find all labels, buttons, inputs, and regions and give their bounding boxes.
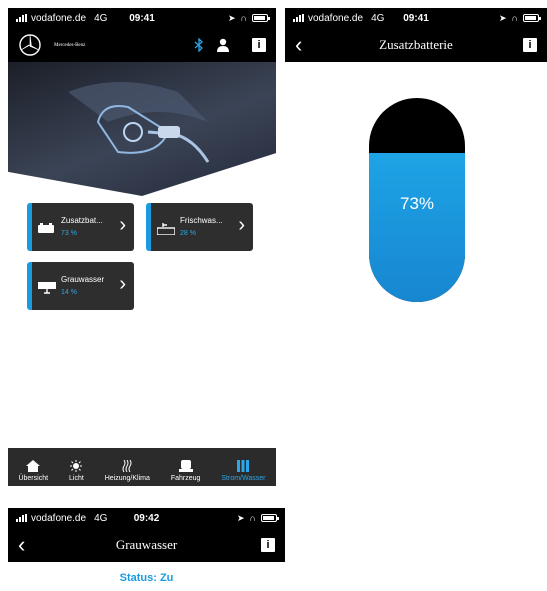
power-water-icon (237, 460, 250, 472)
home-icon (26, 460, 41, 472)
battery-level-fill (369, 153, 465, 302)
heating-icon (122, 460, 132, 472)
battery-level-text: 73% (399, 194, 435, 213)
tile-label: Frischwas... (180, 216, 223, 225)
tile-label: Grauwasser (61, 275, 105, 284)
tile-value: 14 % (61, 289, 77, 296)
tile-value: 28 % (180, 230, 196, 237)
valve-status: Status: Zu (119, 572, 174, 584)
tile-value: 73 % (61, 230, 77, 237)
battery-level-gauge: 73% (369, 98, 465, 302)
bottom-navigation: Übersicht Licht Heizung/Klima Fahrzeug S… (8, 448, 276, 486)
bluetooth-icon[interactable] (194, 38, 204, 52)
battery-status-icon (252, 14, 270, 22)
nav-label: Licht (69, 475, 84, 482)
grey-water-tank-icon (38, 282, 56, 294)
header-bar: Mercedes-Benz i (8, 28, 276, 62)
tile-frischwasser[interactable]: Frischwas... 28 % › (146, 203, 253, 251)
chevron-right-icon: › (119, 273, 126, 295)
nav-label: Fahrzeug (170, 475, 201, 482)
tile-grauwasser[interactable]: Grauwasser 14 % › (27, 262, 134, 310)
user-icon[interactable] (216, 38, 230, 52)
vehicle-icon (178, 460, 193, 472)
charging-plug-illustration (68, 82, 210, 163)
back-button[interactable]: ‹ (295, 34, 302, 56)
battery-detail-screen: vodafone.de 4G 09:41 ➤ ∩ ‹ Zusatzbatteri… (285, 8, 547, 486)
clock: 09:41 (403, 12, 429, 24)
nav-item-licht[interactable]: Licht (69, 460, 84, 482)
chevron-right-icon: › (119, 214, 126, 236)
page-title: Zusatzbatterie (379, 37, 453, 52)
tile-label: Zusatzbat... (61, 216, 103, 225)
chevron-right-icon: › (238, 214, 245, 236)
tile-zusatzbatterie[interactable]: Zusatzbat... 73 % › (27, 203, 134, 251)
main-screen: vodafone.de 4G 09:41 ➤ ∩ Mercedes-Benz i (8, 8, 276, 486)
fresh-water-tank-icon (157, 223, 175, 235)
header-bar: ‹ Zusatzbatterie i (285, 28, 547, 62)
header-bar: ‹ Grauwasser i (8, 528, 285, 562)
mercedes-star-icon[interactable] (18, 33, 42, 57)
info-button[interactable]: i (523, 38, 537, 52)
nav-item-uebersicht[interactable]: Übersicht (18, 460, 48, 482)
nav-item-fahrzeug[interactable]: Fahrzeug (170, 460, 201, 482)
battery-icon (38, 223, 54, 233)
back-button[interactable]: ‹ (18, 534, 25, 556)
nav-item-strom-wasser[interactable]: Strom/Wasser (221, 460, 265, 482)
status-bar: vodafone.de 4G 09:42 ➤ ∩ (8, 508, 285, 528)
battery-status-icon (261, 514, 279, 522)
nav-label: Übersicht (18, 475, 49, 482)
hero-image (8, 62, 276, 196)
clock: 09:42 (133, 512, 160, 524)
grauwasser-detail-screen: vodafone.de 4G 09:42 ➤ ∩ ‹ Grauwasser i … (8, 508, 285, 591)
nav-label: Heizung/Klima (104, 475, 150, 482)
status-bar: vodafone.de 4G 09:41 ➤ ∩ (8, 8, 276, 28)
light-icon (70, 460, 83, 472)
info-button[interactable]: i (261, 538, 275, 552)
battery-status-icon (523, 14, 541, 22)
nav-item-heizung-klima[interactable]: Heizung/Klima (105, 460, 150, 482)
status-bar: vodafone.de 4G 09:41 ➤ ∩ (285, 8, 547, 28)
info-button[interactable]: i (252, 38, 266, 52)
brand-label: Mercedes-Benz (54, 42, 86, 48)
clock: 09:41 (129, 12, 155, 24)
nav-label: Strom/Wasser (221, 475, 266, 482)
page-title: Grauwasser (115, 537, 178, 552)
